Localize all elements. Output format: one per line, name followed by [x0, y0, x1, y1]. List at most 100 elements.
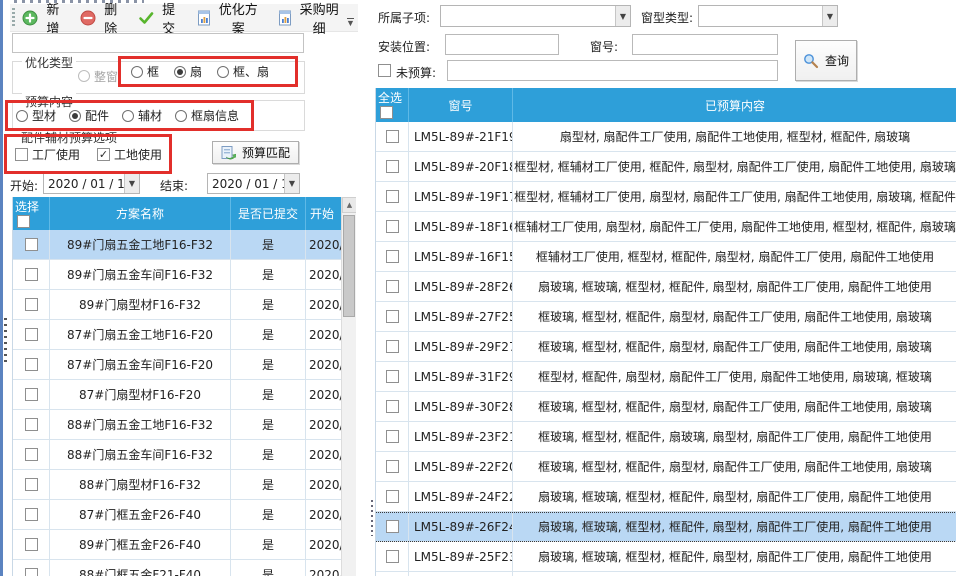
row-checkbox[interactable] — [386, 520, 399, 533]
row-checkbox[interactable] — [386, 280, 399, 293]
row-checkbox[interactable] — [386, 130, 399, 143]
row-checkbox[interactable] — [386, 190, 399, 203]
toolbar-overflow-button[interactable]: ▼ — [344, 13, 357, 29]
query-button[interactable]: 查询 — [795, 40, 857, 81]
plan-row[interactable]: 89#门扇型材F16-F32是2020/0 — [13, 290, 342, 320]
budget-row[interactable]: LM5L-89#-20F18框型材, 框辅材工厂使用, 框配件, 扇型材, 扇配… — [376, 152, 956, 182]
row-checkbox[interactable] — [386, 310, 399, 323]
row-checkbox[interactable] — [386, 400, 399, 413]
plan-name-cell: 88#门扇五金工地F16-F32 — [50, 410, 231, 440]
budget-row[interactable]: LM5L-89#-19F17框型材, 框辅材工厂使用, 扇型材, 扇配件工厂使用… — [376, 182, 956, 212]
budget-content-cell: 框玻璃, 框型材, 框配件, 扇玻璃, 扇型材, 扇配件工厂使用, 扇配件工地使… — [513, 422, 956, 452]
budget-row[interactable]: LM5L-89#-28F26扇玻璃, 框玻璃, 框型材, 框配件, 扇型材, 扇… — [376, 272, 956, 302]
row-checkbox[interactable] — [25, 478, 38, 491]
plan-row[interactable]: 89#门扇五金工地F16-F32是2020/0 — [13, 230, 342, 260]
check-icon — [138, 10, 154, 26]
plan-row[interactable]: 87#门扇五金工地F16-F20是2020/0 — [13, 320, 342, 350]
plan-table-scrollbar[interactable]: ▲ — [341, 197, 356, 576]
checkbox-option[interactable]: 工厂使用 — [15, 146, 80, 163]
date-start-picker[interactable]: 2020 / 01 / 1 ▼ — [43, 173, 140, 194]
row-checkbox[interactable] — [25, 358, 38, 371]
start-date-cell: 2020/0 — [306, 350, 342, 380]
budget-row[interactable]: LM5L-89#-23F21框玻璃, 框型材, 框配件, 扇玻璃, 扇型材, 扇… — [376, 422, 956, 452]
radio-option[interactable]: 扇 — [174, 63, 202, 80]
checkbox-icon — [15, 148, 28, 161]
budget-row[interactable]: LM5L-89#-18F16框辅材工厂使用, 扇型材, 扇配件工厂使用, 扇配件… — [376, 212, 956, 242]
date-end-picker[interactable]: 2020 / 01 / 13 ▼ — [207, 173, 300, 194]
chevron-down-icon[interactable]: ▼ — [284, 174, 299, 193]
row-checkbox[interactable] — [25, 538, 38, 551]
plan-row[interactable]: 88#门扇五金车间F16-F32是2020/0 — [13, 440, 342, 470]
no-budget-input[interactable] — [447, 60, 778, 81]
chevron-down-icon[interactable]: ▼ — [822, 6, 837, 26]
budget-row[interactable]: LM5L-89#-26F24扇玻璃, 框玻璃, 框型材, 框配件, 扇型材, 扇… — [376, 512, 956, 542]
row-checkbox[interactable] — [386, 160, 399, 173]
budget-table: 全选 窗号 已预算内容 LM5L-89#-21F19扇型材, 扇配件工厂使用, … — [375, 88, 956, 576]
budget-row[interactable]: LM5L-89#-24F22扇玻璃, 框玻璃, 框型材, 框配件, 扇型材, 扇… — [376, 482, 956, 512]
row-checkbox[interactable] — [25, 448, 38, 461]
row-checkbox[interactable] — [25, 568, 38, 576]
window-no-cell: LM5L-89#-16F15 — [409, 242, 513, 272]
row-checkbox[interactable] — [25, 418, 38, 431]
chevron-down-icon[interactable]: ▼ — [124, 174, 139, 193]
radio-option[interactable]: 整窗 — [78, 68, 118, 85]
chevron-down-icon[interactable]: ▼ — [615, 6, 630, 26]
budget-row[interactable]: LM5L-89#-27F25框玻璃, 框型材, 框配件, 扇型材, 扇配件工厂使… — [376, 302, 956, 332]
plan-row[interactable]: 88#门扇五金工地F16-F32是2020/0 — [13, 410, 342, 440]
scrollbar-thumb[interactable] — [343, 215, 355, 317]
date-end-value: 2020 / 01 / 13 — [208, 177, 284, 191]
window-no-input[interactable] — [632, 34, 778, 55]
budget-row[interactable]: LM5L-89#-30F28框玻璃, 框型材, 框配件, 扇型材, 扇配件工厂使… — [376, 392, 956, 422]
plan-filter-input[interactable] — [12, 33, 304, 53]
radio-option[interactable]: 辅材 — [122, 107, 162, 124]
row-checkbox[interactable] — [386, 340, 399, 353]
row-checkbox[interactable] — [25, 268, 38, 281]
budget-match-button[interactable]: 预算匹配 — [212, 141, 299, 164]
budget-row[interactable]: LM5L-89#-21F19扇型材, 扇配件工厂使用, 扇配件工地使用, 框型材… — [376, 122, 956, 152]
plan-name-cell: 89#门扇五金车间F16-F32 — [50, 260, 231, 290]
radio-option[interactable]: 框 — [131, 63, 159, 80]
row-checkbox[interactable] — [386, 370, 399, 383]
plan-row[interactable]: 87#门扇五金车间F16-F20是2020/0 — [13, 350, 342, 380]
row-checkbox[interactable] — [25, 328, 38, 341]
left-splitter[interactable] — [0, 0, 9, 576]
row-checkbox[interactable] — [25, 298, 38, 311]
install-pos-input[interactable] — [445, 34, 559, 55]
scroll-up-icon[interactable]: ▲ — [342, 197, 356, 213]
radio-option[interactable]: 型材 — [16, 107, 56, 124]
budget-row[interactable]: LM5L-89#-16F15框辅材工厂使用, 框型材, 框配件, 扇型材, 扇配… — [376, 242, 956, 272]
start-column-header: 开始 — [306, 197, 342, 230]
window-type-select[interactable]: ▼ — [698, 5, 838, 27]
row-checkbox[interactable] — [386, 490, 399, 503]
row-checkbox[interactable] — [25, 508, 38, 521]
checkbox-option[interactable]: ✓工地使用 — [97, 146, 162, 163]
plan-row[interactable]: 87#门扇型材F16-F20是2020/0 — [13, 380, 342, 410]
radio-icon — [174, 66, 186, 78]
budget-row[interactable]: LM5L-89#-31F29框型材, 框配件, 扇型材, 扇配件工厂使用, 扇配… — [376, 362, 956, 392]
budget-row[interactable]: LM5L-89#-25F23扇玻璃, 框玻璃, 框型材, 框配件, 扇型材, 扇… — [376, 542, 956, 572]
select-all-checkbox[interactable] — [380, 106, 393, 119]
select-all-checkbox[interactable] — [17, 215, 30, 228]
radio-option[interactable]: 框、扇 — [217, 63, 269, 80]
row-checkbox[interactable] — [386, 250, 399, 263]
budget-row[interactable]: LM5L-89#-22F20框玻璃, 框型材, 框配件, 扇型材, 扇配件工厂使… — [376, 452, 956, 482]
row-checkbox[interactable] — [386, 220, 399, 233]
row-checkbox[interactable] — [386, 430, 399, 443]
radio-option[interactable]: 框扇信息 — [175, 107, 239, 124]
plan-row[interactable]: 88#门扇型材F16-F32是2020/0 — [13, 470, 342, 500]
row-select-cell — [376, 122, 409, 152]
plan-row[interactable]: 87#门框五金F26-F40是2020/0 — [13, 500, 342, 530]
plan-row[interactable]: 88#门框五金F21-F40是2020/0 — [13, 560, 342, 576]
checkbox-label: 工厂使用 — [32, 146, 80, 163]
plan-row[interactable]: 89#门扇五金车间F16-F32是2020/0 — [13, 260, 342, 290]
toolbar-button-label: 提交 — [158, 0, 180, 37]
budget-row[interactable]: LM5L-89#-29F27框玻璃, 框型材, 框配件, 扇型材, 扇配件工厂使… — [376, 332, 956, 362]
row-checkbox[interactable] — [25, 388, 38, 401]
row-checkbox[interactable] — [25, 238, 38, 251]
plan-row[interactable]: 89#门框五金F26-F40是2020/0 — [13, 530, 342, 560]
radio-option[interactable]: 配件 — [69, 107, 109, 124]
no-budget-checkbox[interactable] — [378, 64, 391, 77]
row-checkbox[interactable] — [386, 550, 399, 563]
sub-item-select[interactable]: ▼ — [440, 5, 631, 27]
row-checkbox[interactable] — [386, 460, 399, 473]
